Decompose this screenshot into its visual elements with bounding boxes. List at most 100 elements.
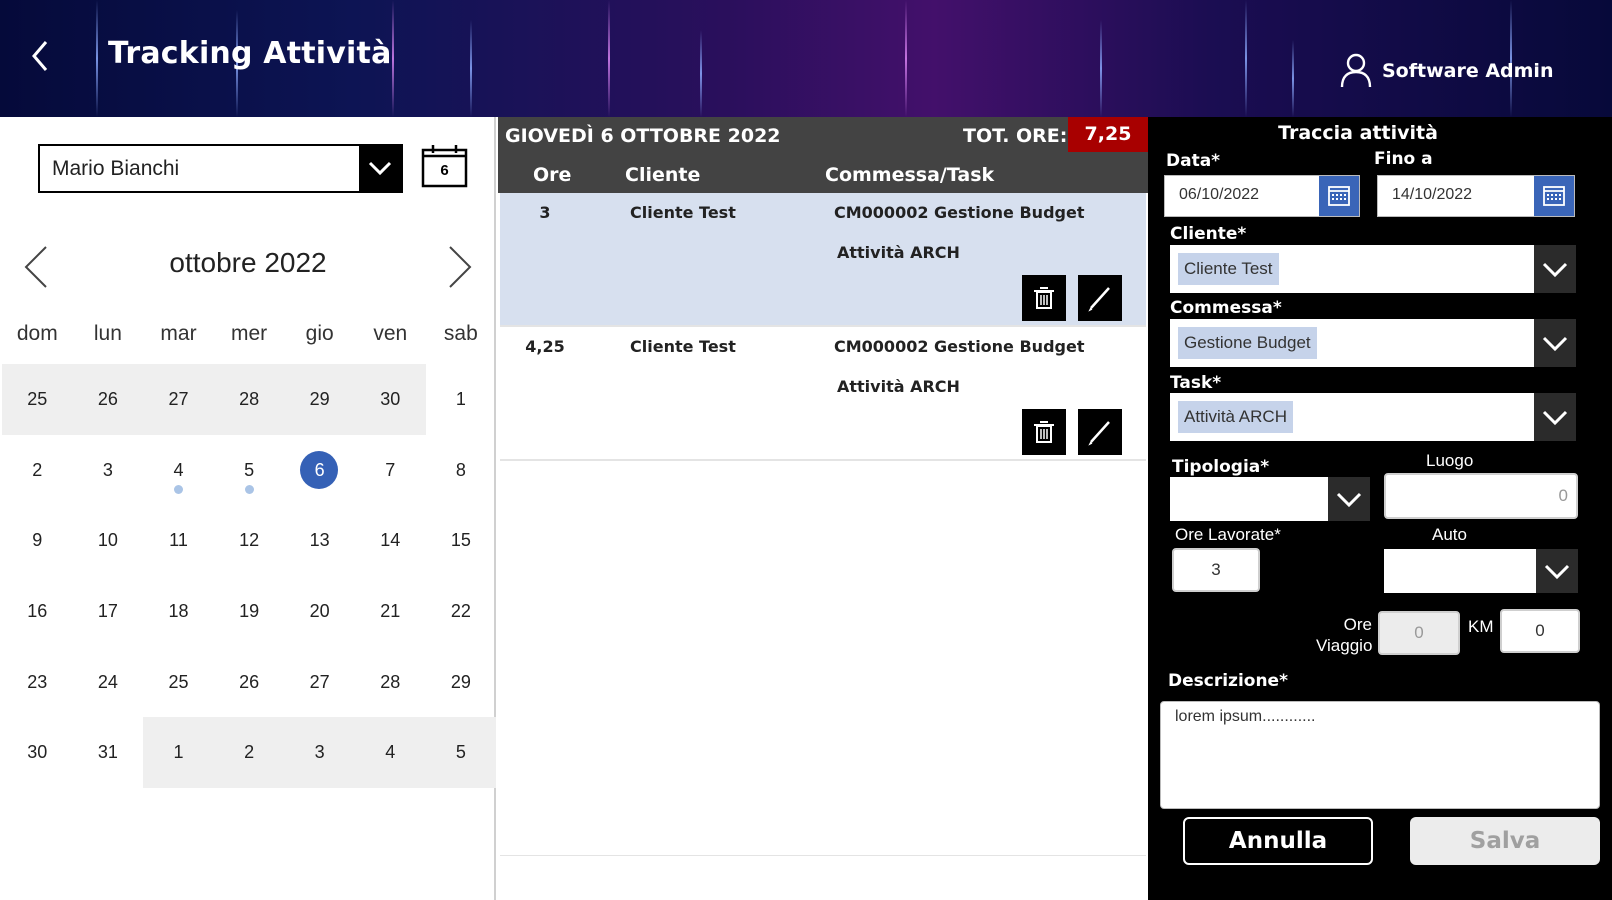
calendar-day[interactable]: 1 [143, 717, 214, 789]
calendar-day[interactable]: 23 [2, 647, 73, 718]
commessa-label: Commessa* [1170, 298, 1282, 318]
fino-calendar-button[interactable] [1534, 176, 1574, 216]
calendar-day[interactable]: 21 [355, 576, 426, 647]
calendar-day[interactable]: 2 [2, 435, 73, 506]
km-input[interactable]: 0 [1500, 609, 1580, 653]
calendar-day[interactable]: 20 [284, 576, 355, 647]
calendar-day[interactable]: 17 [73, 576, 144, 647]
calendar-day-number: 27 [168, 389, 189, 409]
column-header-cliente: Cliente [625, 164, 701, 186]
calendar-day[interactable]: 26 [72, 364, 144, 435]
ore-viaggio-input[interactable]: 0 [1378, 611, 1460, 655]
edit-button[interactable] [1078, 275, 1122, 321]
selected-date-title: GIOVEDÌ 6 OTTOBRE 2022 [505, 125, 781, 147]
calendar-day[interactable]: 28 [213, 364, 285, 435]
calendar-day[interactable]: 4 [143, 435, 214, 506]
column-header-commessa: Commessa/Task [825, 164, 995, 186]
calendar-day-number: 26 [239, 671, 260, 692]
data-calendar-button[interactable] [1319, 176, 1359, 216]
calendar-day[interactable]: 19 [214, 576, 285, 647]
activity-row[interactable]: 3 Cliente Test CM000002 Gestione Budget … [500, 193, 1146, 327]
weekday-label: mer [230, 322, 268, 345]
fino-date-picker[interactable]: 14/10/2022 [1377, 175, 1575, 217]
ore-lavorate-input[interactable]: 3 [1172, 548, 1260, 592]
calendar-day[interactable]: 9 [2, 505, 73, 576]
calendar-day[interactable]: 22 [426, 576, 497, 647]
activity-hours: 3 [539, 203, 551, 222]
calendar-day[interactable]: 31 [73, 717, 144, 788]
calendar-day[interactable]: 8 [426, 435, 497, 506]
dropdown-toggle[interactable] [1534, 245, 1576, 293]
calendar-day[interactable]: 25 [2, 364, 73, 435]
luogo-input[interactable]: 0 [1384, 473, 1578, 519]
data-date-picker[interactable]: 06/10/2022 [1164, 175, 1360, 217]
annulla-button[interactable]: Annulla [1183, 817, 1373, 865]
tipologia-dropdown[interactable] [1170, 477, 1370, 521]
descrizione-textarea[interactable]: lorem ipsum............ [1160, 701, 1600, 809]
dropdown-toggle[interactable] [1534, 319, 1576, 367]
calendar-day[interactable]: 18 [143, 576, 214, 647]
calendar-day[interactable]: 3 [73, 435, 144, 506]
person-dropdown[interactable]: Mario Bianchi [38, 144, 403, 193]
calendar-day[interactable]: 27 [143, 364, 214, 435]
calendar-day[interactable]: 7 [355, 435, 426, 506]
salva-button[interactable]: Salva [1410, 817, 1600, 865]
calendar-day[interactable]: 2 [213, 717, 285, 789]
calendar-day[interactable]: 14 [355, 505, 426, 576]
calendar-day[interactable]: 3 [284, 717, 355, 789]
ore-viaggio-label-line-1: Ore [1343, 615, 1372, 634]
calendar-day[interactable]: 28 [355, 647, 426, 718]
calendar-day-number: 4 [173, 459, 184, 480]
dropdown-toggle[interactable] [1534, 393, 1576, 441]
dropdown-toggle[interactable] [359, 146, 401, 191]
calendar-day[interactable]: 10 [73, 505, 144, 576]
auto-dropdown[interactable] [1384, 549, 1578, 593]
calendar-day-number: 3 [102, 459, 113, 480]
calendar-day[interactable]: 15 [426, 505, 497, 576]
chevron-down-icon [1544, 564, 1570, 580]
calendar-day[interactable]: 11 [143, 505, 214, 576]
activity-form: Traccia attività Data* Fino a 06/10/2022… [1148, 117, 1612, 900]
delete-button[interactable] [1022, 275, 1066, 321]
activity-indicator-dot [244, 484, 254, 494]
total-hours-value: 7,25 [1068, 117, 1148, 152]
back-button[interactable] [26, 36, 56, 76]
dropdown-toggle[interactable] [1328, 477, 1370, 521]
calendar-day[interactable]: 13 [284, 505, 355, 576]
calendar-day[interactable]: 30 [2, 717, 73, 788]
delete-button[interactable] [1022, 409, 1066, 455]
calendar-day[interactable]: 29 [284, 364, 355, 435]
calendar-day[interactable]: 5 [214, 435, 285, 506]
calendar-day[interactable]: 27 [284, 647, 355, 718]
calendar-day-number: 27 [309, 671, 330, 692]
calendar-day-selected[interactable]: 6 [284, 435, 355, 506]
calendar-day[interactable]: 1 [426, 364, 497, 435]
calendar-day-number: 29 [309, 389, 330, 409]
calendar-day[interactable]: 16 [2, 576, 73, 647]
edit-button[interactable] [1078, 409, 1122, 455]
calendar-day[interactable]: 4 [354, 717, 426, 789]
calendar-day[interactable]: 25 [143, 647, 214, 718]
calendar-day[interactable]: 29 [426, 647, 497, 718]
calendar-day[interactable]: 30 [354, 364, 426, 435]
activity-row[interactable]: 4,25 Cliente Test CM000002 Gestione Budg… [500, 327, 1146, 461]
calendar-day-number: 7 [385, 459, 396, 480]
calendar-day[interactable]: 26 [214, 647, 285, 718]
task-dropdown[interactable]: Attività ARCH [1170, 393, 1576, 441]
calendar-day[interactable]: 12 [214, 505, 285, 576]
luogo-value: 0 [1558, 486, 1568, 505]
km-label: KM [1468, 617, 1494, 636]
cliente-dropdown[interactable]: Cliente Test [1170, 245, 1576, 293]
data-label: Data* [1166, 151, 1221, 171]
calendar-day[interactable]: 5 [425, 717, 497, 789]
calendar-day-number: 14 [380, 530, 401, 551]
calendar-day[interactable]: 24 [73, 647, 144, 718]
previous-month-button[interactable] [22, 245, 52, 289]
today-day-number: 6 [440, 162, 449, 179]
next-month-button[interactable] [444, 245, 474, 289]
today-button[interactable]: 6 [421, 144, 468, 188]
commessa-dropdown[interactable]: Gestione Budget [1170, 319, 1576, 367]
calendar-day-number: 9 [32, 530, 43, 551]
dropdown-toggle[interactable] [1536, 549, 1578, 593]
activity-hours: 4,25 [525, 337, 565, 356]
